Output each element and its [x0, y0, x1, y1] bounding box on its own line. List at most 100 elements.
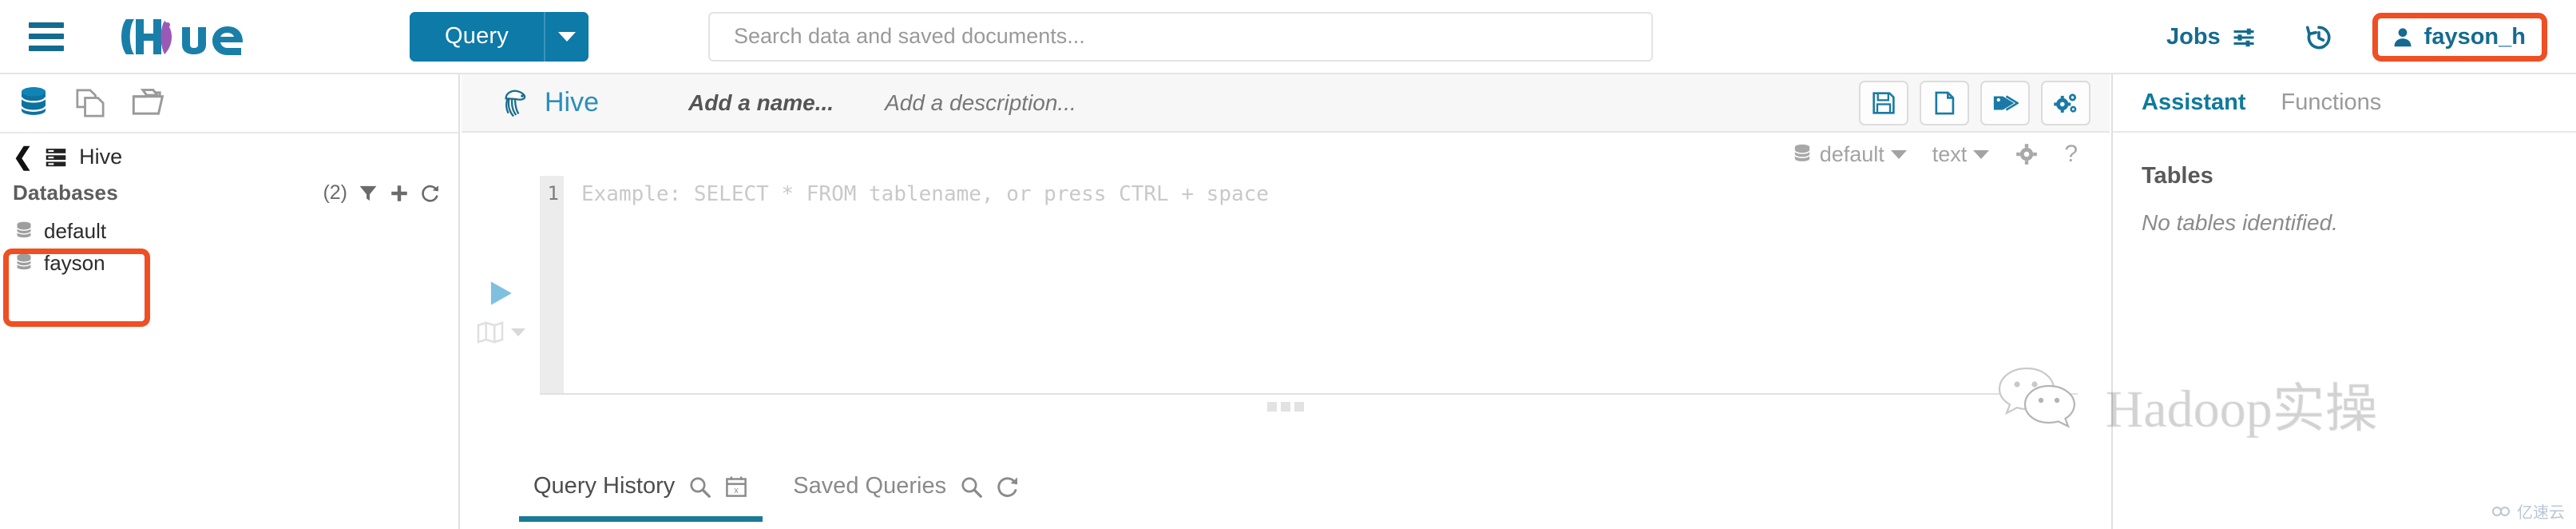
play-triangle-icon: [490, 281, 512, 305]
result-format-selector[interactable]: text: [1932, 142, 1990, 167]
assistant-section-title: Tables: [2142, 163, 2213, 189]
page-title: Hive: [498, 85, 599, 121]
documents-icon: [76, 89, 105, 117]
refresh-icon[interactable]: [996, 475, 1020, 499]
new-document-button[interactable]: [1920, 80, 1969, 125]
hamburger-bar: [29, 34, 64, 39]
calendar-clear-icon[interactable]: x: [724, 475, 748, 499]
sql-editor[interactable]: 1 Example: SELECT * FROM tablename, or p…: [540, 176, 2078, 393]
hue-logo-icon: [121, 18, 243, 55]
sidebar-tab-documents[interactable]: [73, 86, 107, 121]
filter-icon[interactable]: [358, 183, 378, 204]
right-assistant-panel: Assistant Functions Tables No tables ide…: [2111, 74, 2576, 529]
sidebar-icon-bar: [0, 74, 458, 133]
save-button[interactable]: [1859, 80, 1908, 125]
run-query-button[interactable]: [485, 278, 517, 312]
map-icon: [477, 321, 504, 344]
plus-icon[interactable]: [389, 183, 410, 204]
database-name-label: default: [44, 218, 107, 243]
tab-saved-queries[interactable]: Saved Queries: [793, 473, 1020, 499]
chevron-down-icon: [1973, 149, 1990, 159]
global-search: [707, 11, 1653, 62]
editor-header-actions: [1859, 80, 2091, 125]
editor-toolbar: default text ?: [462, 133, 2110, 176]
tags-icon: [1993, 94, 2019, 111]
hue-application-window: Query Jobs: [0, 0, 2576, 529]
search-input[interactable]: [707, 11, 1653, 62]
floppy-disk-icon: [1873, 91, 1895, 114]
query-dropdown-toggle[interactable]: [543, 11, 589, 62]
query-button-group: Query: [410, 11, 589, 62]
tab-assistant[interactable]: Assistant: [2142, 89, 2246, 116]
databases-header: Databases (2): [0, 169, 458, 205]
databases-title: Databases: [13, 181, 118, 205]
hue-logo[interactable]: [118, 14, 278, 59]
assistant-empty-message: No tables identified.: [2142, 210, 2338, 235]
tab-saved-queries-label: Saved Queries: [793, 473, 947, 499]
search-icon[interactable]: [688, 475, 711, 499]
database-icon: [16, 221, 32, 238]
search-icon[interactable]: [959, 475, 983, 499]
tags-button[interactable]: [1980, 80, 2030, 125]
page-title-label: Hive: [545, 87, 600, 117]
editor-gutter-actions: [473, 278, 529, 344]
settings-button[interactable]: [2041, 80, 2091, 125]
document-name-input[interactable]: Add a name...: [688, 90, 834, 116]
chevron-left-icon[interactable]: ❮: [13, 145, 33, 169]
tab-query-history-label: Query History: [533, 473, 676, 499]
editor-header: Hive Add a name... Add a description...: [462, 74, 2110, 133]
editor-bottom-divider: [540, 393, 2078, 395]
hamburger-bar: [29, 45, 64, 51]
svg-text:x: x: [735, 486, 739, 495]
list-item[interactable]: fayson: [14, 247, 458, 279]
topbar-right-actions: Jobs fayson_h: [2166, 0, 2547, 74]
editor-body: 1 Example: SELECT * FROM tablename, or p…: [462, 176, 2110, 417]
top-navigation-bar: Query Jobs: [0, 0, 2576, 74]
grip-dot: [1294, 402, 1304, 412]
chevron-down-icon: [557, 31, 576, 42]
jobs-link[interactable]: Jobs: [2166, 24, 2257, 50]
document-description-input[interactable]: Add a description...: [885, 90, 1076, 116]
user-avatar-icon: [2394, 27, 2412, 46]
hive-server-icon: [46, 148, 66, 166]
database-icon: [20, 87, 47, 115]
user-menu-button[interactable]: fayson_h: [2372, 13, 2547, 62]
result-format-value: text: [1932, 141, 1968, 166]
query-button[interactable]: Query: [410, 11, 544, 62]
file-icon: [1935, 91, 1955, 114]
hamburger-menu-icon[interactable]: [29, 22, 64, 51]
editor-line-numbers: 1: [540, 176, 564, 393]
database-selector-value: default: [1819, 141, 1884, 166]
breadcrumb-label[interactable]: Hive: [79, 145, 122, 169]
jobs-label: Jobs: [2166, 24, 2221, 50]
question-mark-icon: ?: [2064, 141, 2078, 167]
explain-button[interactable]: [476, 320, 525, 344]
hive-bee-icon: [505, 89, 526, 117]
database-icon: [16, 253, 32, 270]
open-folder-icon: [132, 89, 164, 115]
refresh-icon[interactable]: [420, 183, 441, 204]
gear-icon: [2016, 144, 2038, 165]
tab-functions[interactable]: Functions: [2281, 89, 2382, 116]
user-name-label: fayson_h: [2423, 24, 2526, 50]
tab-query-history[interactable]: Query History x: [519, 473, 763, 522]
database-selector[interactable]: default: [1791, 142, 1907, 167]
database-icon: [1793, 144, 1810, 161]
left-sidebar: ❮ Hive Databases (2) default fayson: [0, 74, 460, 529]
assistant-tabs: Assistant Functions: [2113, 74, 2576, 133]
hamburger-bar: [29, 22, 64, 28]
sidebar-open-folder-button[interactable]: [131, 86, 168, 121]
list-item[interactable]: default: [14, 215, 458, 247]
sliders-icon: [2233, 28, 2254, 46]
gears-icon: [2054, 93, 2077, 113]
chevron-down-icon: [1890, 149, 1907, 159]
editor-help-button[interactable]: ?: [2064, 141, 2078, 168]
history-clock-icon[interactable]: [2304, 22, 2334, 53]
grip-dot: [1267, 402, 1277, 412]
grip-dots-icon[interactable]: [1267, 402, 1304, 412]
databases-count: (2): [323, 181, 347, 204]
database-name-label: fayson: [44, 250, 105, 275]
grip-dot: [1281, 402, 1290, 412]
editor-settings-button[interactable]: [2015, 142, 2039, 166]
sidebar-tab-databases[interactable]: [18, 86, 50, 121]
